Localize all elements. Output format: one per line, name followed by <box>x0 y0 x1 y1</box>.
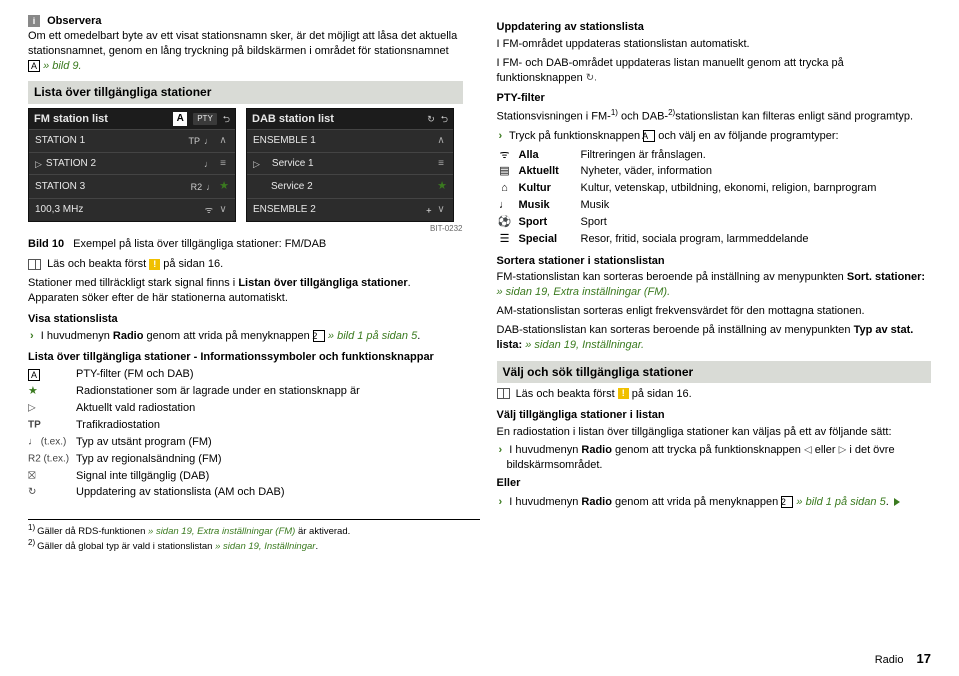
link-sidan-19: » sidan 19 <box>522 339 576 351</box>
page-number: 17 <box>917 651 931 666</box>
letter-A-box: A <box>28 60 40 72</box>
dab-title: DAB station list <box>252 112 421 127</box>
play-icon: ▷ <box>28 402 36 413</box>
prev-icon: ◁ <box>804 445 812 456</box>
fm-row-1: STATION 1 <box>35 134 184 148</box>
footnote-divider <box>28 519 480 520</box>
refresh-icon: ↻ <box>28 487 36 498</box>
letter-A-box: A <box>28 369 40 381</box>
tp-icon: TP <box>28 419 41 430</box>
pty-news-icon: ▤ <box>497 163 519 180</box>
symbols-heading: Lista över tillgängliga stationer - Info… <box>28 350 463 365</box>
sort-am-text: AM-stationslistan sorteras enligt frekve… <box>497 304 932 319</box>
dab-row-1: ENSEMBLE 1 <box>253 134 431 148</box>
warning-icon: ! <box>618 388 629 399</box>
fm-badge-A: A <box>173 112 187 126</box>
dab-device-screenshot: DAB station list ↻ ⮌ ENSEMBLE 1∧ ▷Servic… <box>246 108 454 222</box>
sort-heading: Sortera stationer i stationslistan <box>497 254 932 269</box>
footnote-1: 1)Gäller då RDS-funktionen » sidan 19, E… <box>28 523 931 539</box>
fm-row-3: STATION 3 <box>35 180 187 194</box>
link-bild1: » bild 1 på sidan 5 <box>325 330 417 342</box>
fm-title: FM station list <box>34 112 167 127</box>
pty-heading: PTY-filter <box>497 91 932 106</box>
show-list-bullet: I huvudmenyn Radio genom att vrida på me… <box>28 329 463 344</box>
note-icon: ♩ (t.ex.) <box>28 436 66 447</box>
select-heading: Välj tillgängliga stationer i listan <box>497 408 932 423</box>
knob-2-box: 2 <box>313 330 325 342</box>
fm-row-2: STATION 2 <box>46 157 200 171</box>
link-sidan-19: » sidan 19, Inställningar <box>215 541 315 552</box>
observe-label: Observera <box>47 15 101 27</box>
pty-special-icon: ☰ <box>497 231 519 248</box>
pty-music-icon: ♩ <box>497 197 519 214</box>
figure-fm-dab: FM station list A PTY ⮌ STATION 1TP♩∧ ▷S… <box>28 108 463 222</box>
letter-A-box: A <box>643 130 655 142</box>
star-icon: ★ <box>219 179 229 194</box>
antenna-icon: ᚐ <box>427 204 431 216</box>
figure-caption: Bild 10 Exempel på lista över tillgängli… <box>28 237 463 252</box>
masks-icon: ᯤ <box>205 204 213 216</box>
warning-icon: ! <box>149 259 160 270</box>
section-select-search: Välj och sök tillgängliga stationer <box>497 361 932 383</box>
dab-row-3: Service 2 <box>253 180 433 194</box>
fm-row-4: 100,3 MHz <box>35 203 201 217</box>
fm-badge-pty: PTY <box>193 113 217 126</box>
pty-sport-icon: ⚽ <box>497 214 519 231</box>
eller-label: Eller <box>497 476 932 491</box>
r2-icon: R2 (t.ex.) <box>28 453 69 464</box>
observe-text: Om ett omedelbart byte av ett visat stat… <box>28 30 457 57</box>
link-sidan-19: » sidan 19, Extra inställningar (FM) <box>148 526 295 537</box>
symbols-table: APTY-filter (FM och DAB) ★Radionstatione… <box>28 366 366 501</box>
footnote-2: 2)Gäller då global typ är vald i station… <box>28 538 931 554</box>
sort-fm-text: FM-stationslistan kan sorteras beroende … <box>497 270 932 300</box>
sort-dab-text: DAB-stationslistan kan sorteras beroende… <box>497 323 932 353</box>
select-bullet-1: I huvudmenyn Radio genom att trycka på f… <box>497 443 932 473</box>
pty-table: ᯤAllaFiltreringen är frånslagen. ▤Aktuel… <box>497 147 883 248</box>
refresh-icon: ↻ <box>427 113 435 125</box>
stations-signal-text: Stationer med tillräckligt stark signal … <box>28 276 463 306</box>
knob-2-box: 2 <box>781 496 793 508</box>
show-list-heading: Visa stationslista <box>28 312 463 327</box>
continue-icon <box>894 498 900 506</box>
link-bild1: » bild 1 på sidan 5 <box>793 496 885 508</box>
footer-section: Radio <box>875 654 904 666</box>
back-icon: ⮌ <box>223 113 230 125</box>
select-bullet-2: I huvudmenyn Radio genom att vrida på me… <box>497 495 932 510</box>
figure-id: BIT-0232 <box>28 224 463 235</box>
fm-device-screenshot: FM station list A PTY ⮌ STATION 1TP♩∧ ▷S… <box>28 108 236 222</box>
book-icon <box>497 388 510 399</box>
update-heading: Uppdatering av stationslista <box>497 20 932 35</box>
observe-link: » bild 9. <box>40 60 82 72</box>
update-fm-text: I FM-området uppdateras stationslistan a… <box>497 37 932 52</box>
pty-all-icon: ᯤ <box>497 147 519 164</box>
read-first-line: Läs och beakta först ! på sidan 16. <box>28 257 463 272</box>
info-icon: i <box>28 15 40 27</box>
play-icon: ▷ <box>253 158 260 170</box>
pty-text: Stationsvisningen i FM-1) och DAB-2)stat… <box>497 108 932 125</box>
observe-block: i Observera Om ett omedelbart byte av et… <box>28 14 463 73</box>
dab-row-2: Service 1 <box>264 157 431 171</box>
star-icon: ★ <box>437 179 447 194</box>
pty-culture-icon: ⌂ <box>497 180 519 197</box>
star-icon: ★ <box>28 385 38 397</box>
back-icon: ⮌ <box>441 113 448 125</box>
page-footer: Radio 17 <box>875 650 931 668</box>
book-icon <box>28 259 41 270</box>
read-first-line-2: Läs och beakta först ! på sidan 16. <box>497 387 932 402</box>
refresh-icon: ↻. <box>586 72 597 83</box>
update-manual-text: I FM- och DAB-området uppdateras listan … <box>497 56 932 86</box>
link-sidan-19: » sidan 19 <box>497 286 548 298</box>
dab-row-4: ENSEMBLE 2 <box>253 203 423 217</box>
select-text: En radiostation i listan över tillgängli… <box>497 425 932 440</box>
play-icon: ▷ <box>35 158 42 170</box>
section-available-stations: Lista över tillgängliga stationer <box>28 81 463 103</box>
no-signal-icon: ⛝ <box>28 470 36 481</box>
pty-instruction: Tryck på funktionsknappen A och välj en … <box>497 129 932 144</box>
